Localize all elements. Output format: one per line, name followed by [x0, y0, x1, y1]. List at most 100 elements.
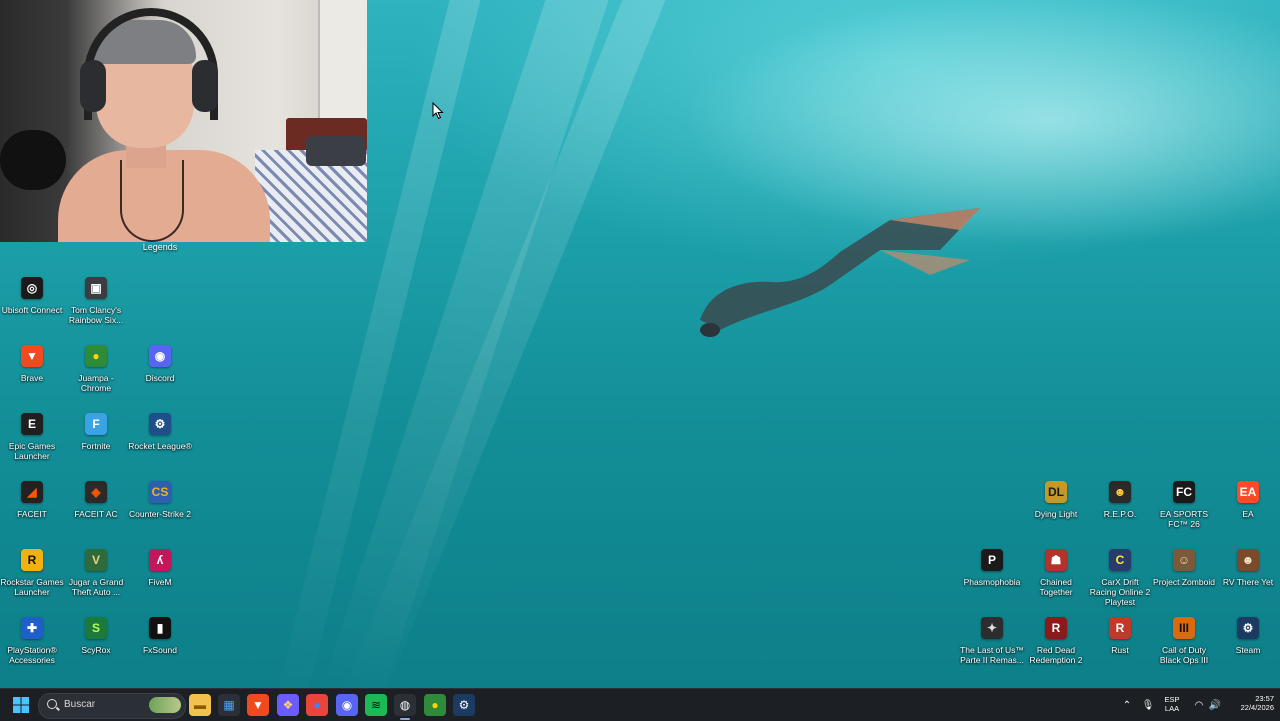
desktop-shortcut-label: Dying Light	[1034, 509, 1078, 519]
desktop-shortcut[interactable]: ▮ FxSound	[128, 617, 192, 655]
desktop-shortcut-label: Epic Games Launcher	[8, 441, 56, 461]
clock-time: 23:57	[1255, 694, 1274, 703]
clock[interactable]: 23:57 22/4/2026	[1222, 694, 1274, 712]
call-of-duty-icon: III	[1173, 617, 1195, 639]
desktop-shortcut-label: Ubisoft Connect	[1, 305, 63, 315]
obs-icon[interactable]: ◍	[394, 694, 416, 716]
fivem-icon: ʎ	[149, 549, 171, 571]
desktop-shortcut[interactable]: EA EA	[1216, 481, 1280, 519]
dying-light-icon: DL	[1045, 481, 1067, 503]
desktop-shortcut[interactable]: CS Counter-Strike 2	[128, 481, 192, 519]
diver-image	[700, 208, 980, 337]
ea-fc-icon: FC	[1173, 481, 1195, 503]
file-explorer-icon[interactable]: ▬	[189, 694, 211, 716]
desktop-shortcut[interactable]: ✦ The Last of Us™ Parte II Remas...	[960, 617, 1024, 665]
desktop-shortcut[interactable]: ✚ PlayStation® Accessories	[0, 617, 64, 665]
desktop-shortcut[interactable]: ☗ Chained Together	[1024, 549, 1088, 597]
desktop-shortcut-label: The Last of Us™ Parte II Remas...	[960, 645, 1024, 665]
input-language-indicator[interactable]: ESP LAA	[1160, 695, 1184, 713]
counter-strike-icon: CS	[149, 481, 171, 503]
steam-desktop-icon: ⚙	[1237, 617, 1259, 639]
desktop-shortcut-label: Project Zomboid	[1153, 577, 1215, 587]
rainbow-six-icon: ▣	[85, 277, 107, 299]
desktop-shortcut-label: PlayStation® Accessories	[7, 645, 57, 665]
desktop-shortcut[interactable]: ▼ Brave	[0, 345, 64, 383]
keyboard-layout-code: LAA	[1164, 704, 1180, 713]
desktop-shortcut[interactable]: E Epic Games Launcher	[0, 413, 64, 461]
carx-drift-icon: C	[1109, 549, 1131, 571]
desktop-shortcut[interactable]: ☻ R.E.P.O.	[1088, 481, 1152, 519]
desktop-shortcut-label: Jugar a Grand Theft Auto ...	[68, 577, 124, 597]
desktop-shortcut[interactable]: DL Dying Light	[1024, 481, 1088, 519]
windows-logo-icon	[13, 697, 29, 713]
desktop-shortcut-label: Fortnite	[81, 441, 111, 451]
ubisoft-connect-icon: ◎	[21, 277, 43, 299]
rv-there-yet-icon: ☻	[1237, 549, 1259, 571]
desktop-shortcut[interactable]: S ScyRox	[64, 617, 128, 655]
show-hidden-icons-button[interactable]: ⌃	[1116, 694, 1138, 716]
desktop-shortcut[interactable]: ⚙ Steam	[1216, 617, 1280, 655]
desktop-shortcut-label: Juampa - Chrome	[78, 373, 114, 393]
copilot-icon[interactable]: ❖	[277, 694, 299, 716]
desktop-shortcut[interactable]: V Jugar a Grand Theft Auto ...	[64, 549, 128, 597]
rust-icon: R	[1109, 617, 1131, 639]
spotify-icon[interactable]: ≋	[365, 694, 387, 716]
desktop-shortcut-label: Rocket League®	[128, 441, 192, 451]
desktop-shortcut-label: R.E.P.O.	[1103, 509, 1137, 519]
microphone-icon[interactable]: 🎙	[1137, 694, 1159, 716]
chained-together-icon: ☗	[1045, 549, 1067, 571]
desktop-shortcut-label: Chained Together	[1039, 577, 1073, 597]
desktop-shortcut-label: EA SPORTS FC™ 26	[1159, 509, 1209, 529]
desktop-shortcut[interactable]: ◢ FACEIT	[0, 481, 64, 519]
fortnite-icon: F	[85, 413, 107, 435]
webcam-label: Legends	[142, 242, 178, 252]
microsoft-store-icon[interactable]: ▦	[218, 694, 240, 716]
rocket-league-icon: ⚙	[149, 413, 171, 435]
scyrox-icon: S	[85, 617, 107, 639]
red-dead-icon: R	[1045, 617, 1067, 639]
desktop-shortcut[interactable]: III Call of Duty Black Ops III	[1152, 617, 1216, 665]
faceit-ac-icon: ◈	[85, 481, 107, 503]
brave-icon: ▼	[21, 345, 43, 367]
desktop-shortcut-label: Rockstar Games Launcher	[0, 577, 64, 597]
chrome-profile-taskbar-icon[interactable]: ●	[424, 694, 446, 716]
desktop-shortcut-label: FACEIT	[17, 509, 47, 519]
rockstar-icon: R	[21, 549, 43, 571]
search-placeholder: Buscar	[64, 699, 96, 710]
start-button[interactable]	[10, 694, 32, 716]
desktop-shortcut[interactable]: ▣ Tom Clancy's Rainbow Six...	[64, 277, 128, 325]
brave-taskbar-icon[interactable]: ▼	[247, 694, 269, 716]
desktop-shortcut[interactable]: ● Juampa - Chrome	[64, 345, 128, 393]
desktop-shortcut[interactable]: ◎ Ubisoft Connect	[0, 277, 64, 315]
desktop-shortcut[interactable]: ⚙ Rocket League®	[128, 413, 192, 451]
desktop-shortcut[interactable]: ◈ FACEIT AC	[64, 481, 128, 519]
desktop-shortcut[interactable]: F Fortnite	[64, 413, 128, 451]
discord-taskbar-icon[interactable]: ◉	[336, 694, 358, 716]
desktop-shortcut[interactable]: ☻ RV There Yet	[1216, 549, 1280, 587]
desktop-shortcut[interactable]: ☺ Project Zomboid	[1152, 549, 1216, 587]
desktop-shortcut[interactable]: C CarX Drift Racing Online 2 Playtest	[1088, 549, 1152, 607]
desktop-shortcut[interactable]: R Rust	[1088, 617, 1152, 655]
phasmophobia-icon: P	[981, 549, 1003, 571]
desktop-shortcut[interactable]: P Phasmophobia	[960, 549, 1024, 587]
desktop-shortcut[interactable]: ◉ Discord	[128, 345, 192, 383]
playstation-accessories-icon: ✚	[21, 617, 43, 639]
ea-icon: EA	[1237, 481, 1259, 503]
desktop-shortcut-label: Steam	[1235, 645, 1261, 655]
desktop-shortcut-label: Call of Duty Black Ops III	[1159, 645, 1209, 665]
desktop-shortcut-label: FiveM	[148, 577, 172, 587]
steam-taskbar-icon[interactable]: ⚙	[453, 694, 475, 716]
chrome-icon[interactable]: ●	[306, 694, 328, 716]
desktop-shortcut[interactable]: FC EA SPORTS FC™ 26	[1152, 481, 1216, 529]
desktop-shortcut[interactable]: ʎ FiveM	[128, 549, 192, 587]
desktop-shortcut-label: Rust	[1111, 645, 1129, 655]
desktop-shortcut-label: Counter-Strike 2	[129, 509, 191, 519]
desktop-shortcut-label: Tom Clancy's Rainbow Six...	[68, 305, 124, 325]
search-icon	[47, 699, 57, 709]
mouse-cursor	[432, 102, 444, 120]
desktop-shortcut[interactable]: R Rockstar Games Launcher	[0, 549, 64, 597]
desktop-shortcut-label: Discord	[145, 373, 175, 383]
desktop-shortcut[interactable]: R Red Dead Redemption 2	[1024, 617, 1088, 665]
taskbar-search[interactable]: Buscar	[38, 693, 186, 719]
desktop-shortcut-label: FxSound	[142, 645, 178, 655]
